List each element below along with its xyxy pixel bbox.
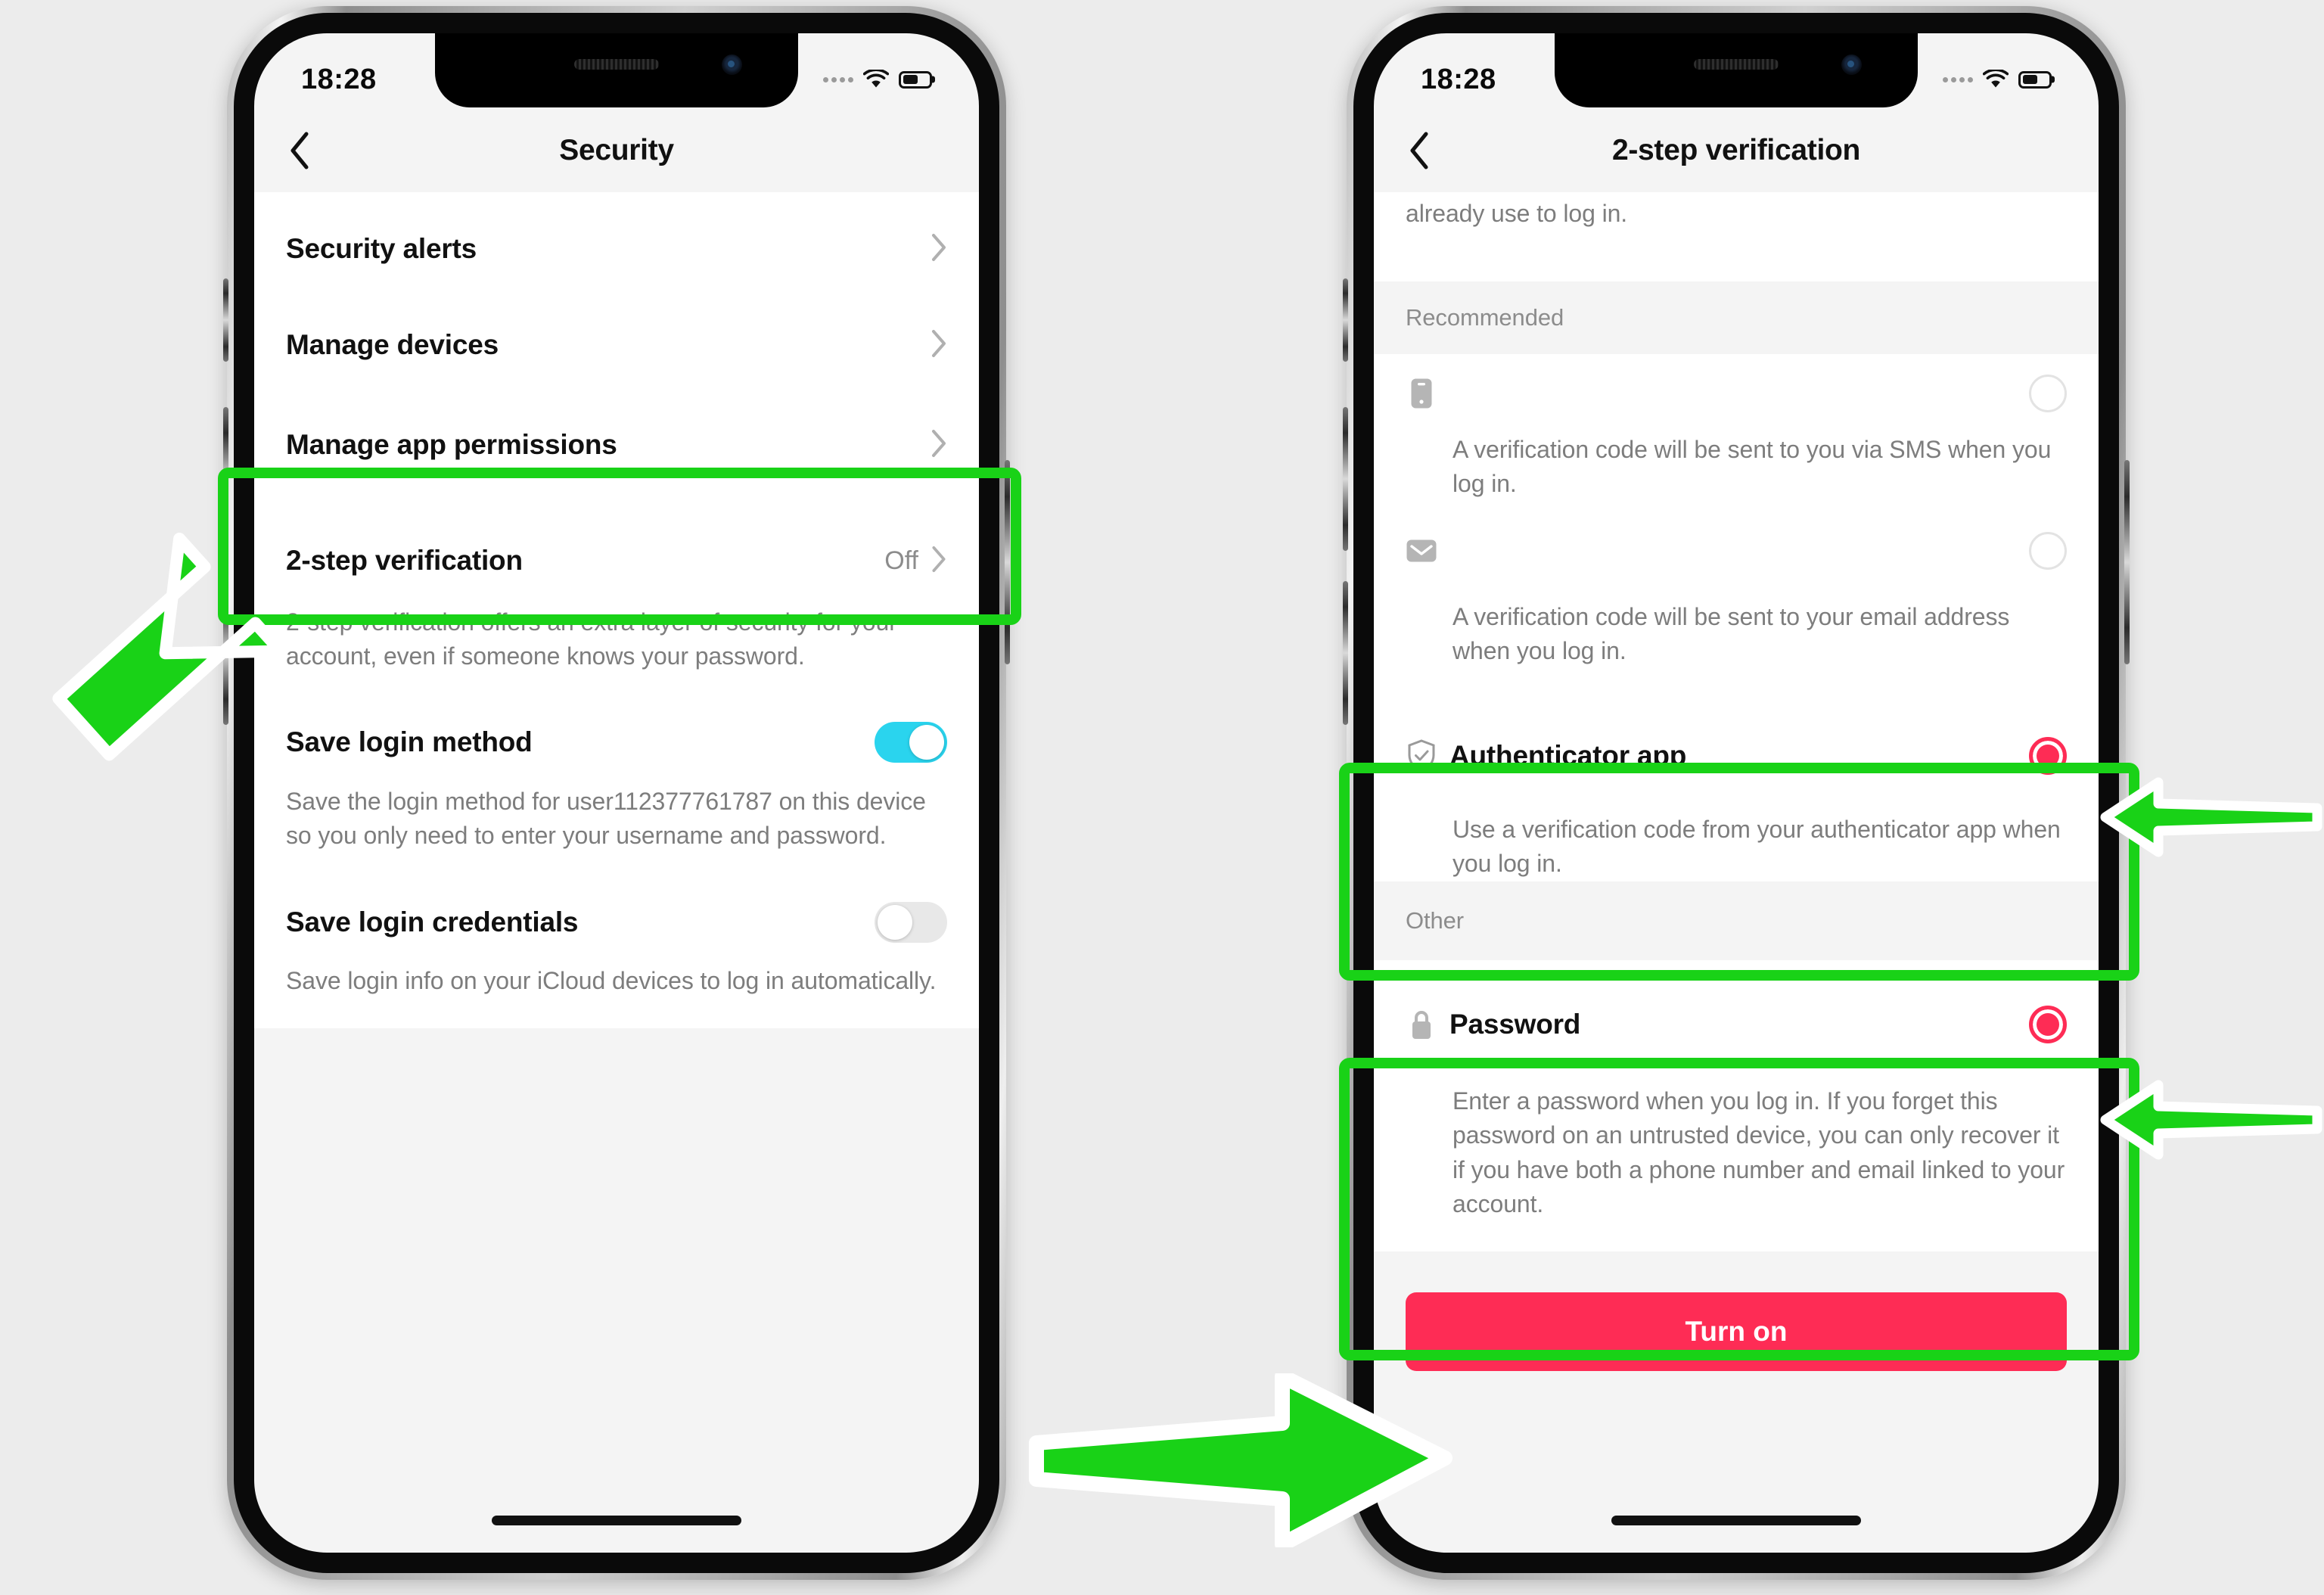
list-item-save-login-method[interactable]: Save login method — [254, 700, 979, 785]
chevron-right-icon — [931, 329, 947, 362]
option-password-radio[interactable] — [2029, 1005, 2067, 1043]
home-indicator[interactable] — [1611, 1516, 1861, 1525]
battery-icon — [899, 70, 932, 89]
wifi-icon — [862, 68, 890, 89]
turn-on-button[interactable]: Turn on — [1406, 1292, 2067, 1372]
power-button[interactable] — [1005, 460, 1010, 664]
option-label: Authenticator app — [1449, 739, 1687, 771]
lock-icon — [1406, 1009, 1437, 1040]
option-sms-description: A verification code will be sent to you … — [1452, 436, 2052, 498]
row-label: Save login credentials — [286, 906, 579, 937]
arrow-to-password — [2099, 1074, 2324, 1165]
status-icons — [823, 68, 932, 89]
option-leading — [1406, 378, 1449, 409]
status-icons — [1943, 68, 2052, 89]
row-label: Manage app permissions — [286, 429, 617, 460]
save-login-credentials-toggle[interactable] — [875, 901, 947, 943]
other-options-card: Password Enter a password when you log i… — [1374, 959, 2099, 1252]
row-label: 2-step verification — [286, 545, 523, 576]
list-item-manage-app-permissions[interactable]: Manage app permissions — [254, 395, 979, 495]
option-authenticator-app[interactable]: Authenticator app — [1374, 699, 2099, 813]
list-item-security-alerts[interactable]: Security alerts — [254, 203, 979, 295]
battery-icon — [2018, 70, 2052, 89]
option-sms[interactable] — [1374, 354, 2099, 433]
row-label: Security alerts — [286, 233, 477, 264]
section-label-other: Other — [1406, 906, 1465, 934]
list-item-save-login-credentials[interactable]: Save login credentials — [254, 881, 979, 964]
row-label: Manage devices — [286, 329, 499, 360]
row-label: Save login method — [286, 726, 533, 757]
phone-right-screen: 18:28 2-step verification already use to… — [1374, 33, 2099, 1553]
section-label-recommended: Recommended — [1406, 304, 1564, 331]
turn-on-button-wrap: Turn on — [1374, 1292, 2099, 1372]
option-email-description: A verification code will be sent to your… — [1452, 602, 2010, 665]
chevron-right-icon — [931, 546, 947, 577]
nav-bar-right: 2-step verification — [1374, 109, 2099, 192]
arrow-to-authenticator-app — [2099, 772, 2324, 863]
wifi-icon — [1982, 68, 2009, 89]
option-email[interactable] — [1374, 502, 2099, 600]
phone-right: 18:28 2-step verification already use to… — [1339, 6, 2139, 1580]
option-leading — [1406, 535, 1449, 567]
page-title: 2-step verification — [1611, 134, 1861, 166]
screenshot-stage: 18:28 Security Security alerts Manage de… — [0, 0, 2324, 1595]
option-email-radio[interactable] — [2029, 531, 2067, 570]
security-settings-content: Security alerts Manage devices Manage ap… — [254, 192, 979, 1553]
signal-dots-icon — [1943, 76, 1973, 82]
intro-card: already use to log in. — [1374, 192, 2099, 281]
status-time: 18:28 — [301, 63, 377, 95]
home-indicator[interactable] — [492, 1516, 741, 1525]
phone-left: 18:28 Security Security alerts Manage de… — [218, 6, 1021, 1580]
security-list-card: Security alerts Manage devices Manage ap… — [254, 192, 979, 1029]
chevron-right-icon — [931, 233, 947, 266]
phone-left-screen: 18:28 Security Security alerts Manage de… — [254, 33, 979, 1553]
chevron-right-icon — [931, 429, 947, 462]
status-bar-left: 18:28 — [254, 33, 979, 109]
shield-check-icon — [1406, 739, 1437, 773]
option-leading: Password — [1406, 1009, 1580, 1040]
row-trailing: Off — [884, 546, 947, 577]
save-login-method-toggle[interactable] — [875, 721, 947, 763]
list-item-manage-devices[interactable]: Manage devices — [254, 295, 979, 395]
power-button[interactable] — [2124, 460, 2130, 664]
volume-down-button[interactable] — [1343, 581, 1348, 725]
save-login-method-description: Save the login method for user1123777617… — [286, 787, 926, 850]
envelope-icon — [1406, 535, 1437, 567]
arrow-to-2-step-verification — [30, 469, 287, 863]
option-sms-radio[interactable] — [2029, 375, 2067, 412]
list-item-2-step-verification[interactable]: 2-step verification Off — [254, 516, 979, 605]
volume-up-button[interactable] — [1343, 407, 1348, 551]
recommended-options-card: A verification code will be sent to you … — [1374, 354, 2099, 881]
mute-switch[interactable] — [223, 278, 228, 362]
status-badge: Off — [884, 546, 918, 575]
nav-bar-left: Security — [254, 109, 979, 192]
mute-switch[interactable] — [1343, 278, 1348, 362]
2-step-verification-description: 2-step verification offers an extra laye… — [286, 608, 897, 670]
option-label: Password — [1449, 1008, 1581, 1040]
option-leading: Authenticator app — [1406, 739, 1687, 773]
option-password-description: Enter a password when you log in. If you… — [1452, 1087, 2065, 1217]
arrow-to-turn-on — [1021, 1369, 1460, 1552]
status-time: 18:28 — [1421, 63, 1496, 95]
save-login-credentials-description: Save login info on your iCloud devices t… — [286, 966, 937, 994]
option-authenticator-radio[interactable] — [2029, 736, 2067, 775]
two-step-verification-content: already use to log in. Recommended A ver… — [1374, 192, 2099, 1553]
page-title: Security — [559, 134, 674, 166]
option-authenticator-description: Use a verification code from your authen… — [1452, 815, 2061, 878]
phone-icon — [1406, 378, 1437, 409]
status-bar-right: 18:28 — [1374, 33, 2099, 109]
intro-text-partial: already use to log in. — [1406, 200, 1628, 227]
option-password[interactable]: Password — [1374, 983, 2099, 1066]
signal-dots-icon — [823, 76, 853, 82]
